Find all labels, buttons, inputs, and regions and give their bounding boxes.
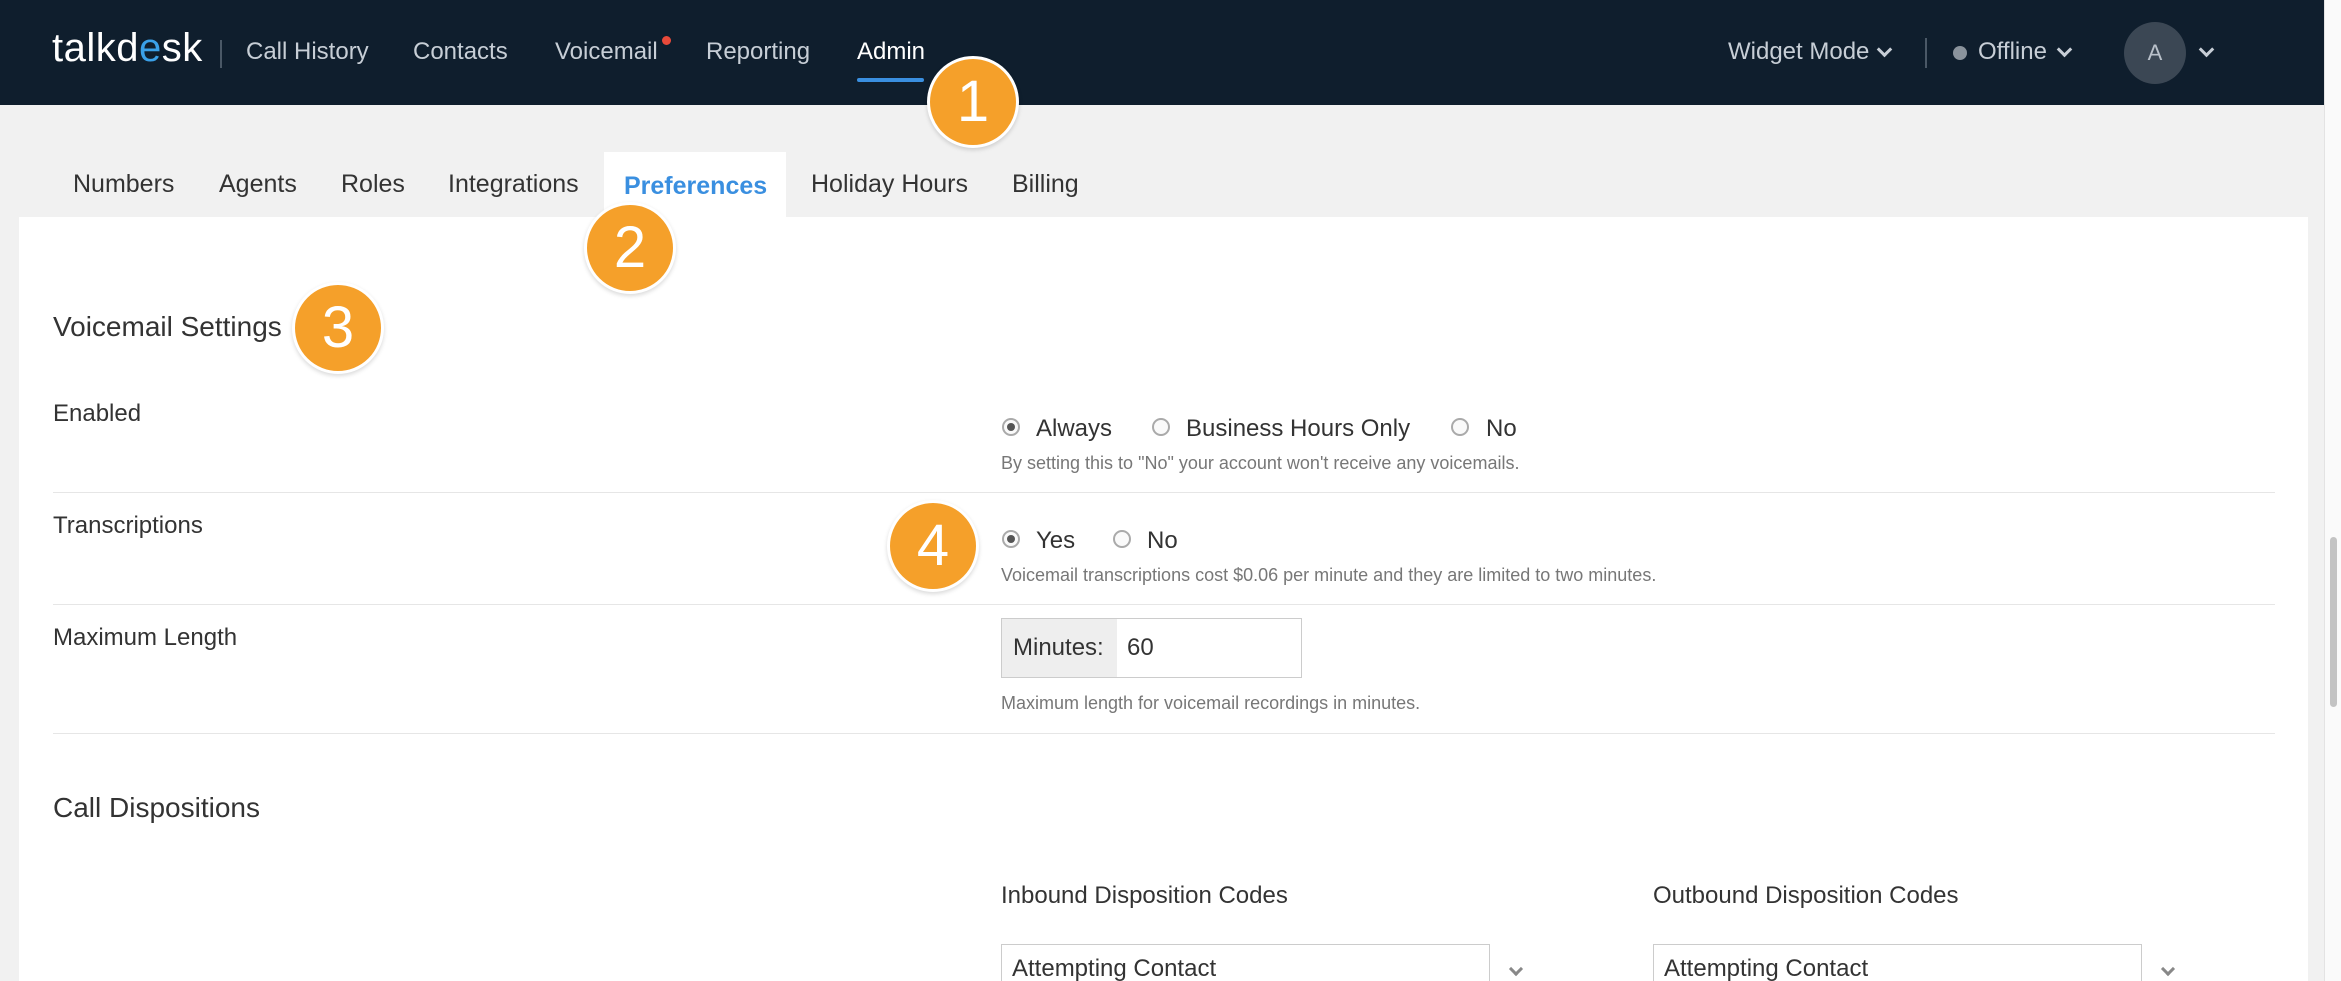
widget-mode-dropdown[interactable]: Widget Mode (1728, 38, 1869, 66)
enabled-business-hours-label[interactable]: Business Hours Only (1186, 415, 1410, 443)
nav-voicemail[interactable]: Voicemail (555, 38, 658, 66)
inbound-disposition-heading: Inbound Disposition Codes (1001, 882, 1288, 909)
status-chevron-icon[interactable] (2056, 41, 2073, 58)
voicemail-notification-dot (662, 36, 671, 45)
row-divider (53, 492, 2275, 493)
transcriptions-yes-label[interactable]: Yes (1036, 527, 1075, 555)
navbar-divider (1925, 38, 1927, 68)
enabled-no-label[interactable]: No (1486, 415, 1517, 443)
logo-text-left: talkd (52, 26, 139, 70)
transcriptions-no-radio[interactable] (1113, 530, 1131, 548)
nav-active-indicator (857, 78, 924, 82)
call-dispositions-title: Call Dispositions (53, 792, 260, 823)
nav-call-history[interactable]: Call History (246, 38, 369, 66)
tab-numbers[interactable]: Numbers (73, 170, 174, 199)
tab-roles[interactable]: Roles (341, 170, 405, 199)
logo-divider (220, 40, 222, 68)
logo-text-right: sk (161, 26, 203, 70)
transcriptions-help-text: Voicemail transcriptions cost $0.06 per … (1001, 565, 1657, 585)
tab-preferences[interactable]: Preferences (624, 172, 767, 201)
enabled-business-hours-radio[interactable] (1152, 418, 1170, 436)
tab-integrations[interactable]: Integrations (448, 170, 579, 199)
enabled-no-radio[interactable] (1451, 418, 1469, 436)
tutorial-badge-4: 4 (887, 500, 979, 592)
row-divider (53, 604, 2275, 605)
tutorial-badge-1: 1 (927, 56, 1019, 148)
page-scrollbar[interactable] (2324, 0, 2341, 981)
tab-billing[interactable]: Billing (1012, 170, 1079, 199)
tab-holiday-hours[interactable]: Holiday Hours (811, 170, 968, 199)
scrollbar-thumb[interactable] (2330, 537, 2337, 707)
transcriptions-no-label[interactable]: No (1147, 527, 1178, 555)
widget-mode-chevron-icon[interactable] (1876, 41, 1893, 58)
nav-contacts[interactable]: Contacts (413, 38, 508, 66)
user-avatar[interactable]: A (2124, 22, 2186, 84)
voicemail-settings-title: Voicemail Settings (53, 311, 282, 342)
status-dropdown[interactable]: Offline (1978, 38, 2047, 66)
enabled-always-label[interactable]: Always (1036, 415, 1112, 443)
top-navbar: talkdesk Call History Contacts Voicemail… (0, 0, 2324, 105)
user-menu-chevron-icon[interactable] (2198, 41, 2215, 58)
outbound-disposition-heading: Outbound Disposition Codes (1653, 882, 1959, 909)
inbound-disposition-select[interactable]: Attempting Contact (1001, 944, 1490, 981)
outbound-disposition-select[interactable]: Attempting Contact (1653, 944, 2142, 981)
transcriptions-yes-radio[interactable] (1002, 530, 1020, 548)
tutorial-badge-2: 2 (584, 202, 676, 294)
enabled-help-text: By setting this to "No" your account won… (1001, 453, 1520, 473)
talkdesk-logo[interactable]: talkdesk (52, 26, 203, 71)
enabled-always-radio[interactable] (1002, 418, 1020, 436)
maximum-length-help-text: Maximum length for voicemail recordings … (1001, 693, 1421, 713)
nav-admin[interactable]: Admin (857, 38, 925, 66)
enabled-label: Enabled (53, 400, 142, 427)
tab-agents[interactable]: Agents (219, 170, 297, 199)
status-dot-icon (1953, 46, 1967, 60)
nav-reporting[interactable]: Reporting (706, 38, 810, 66)
minutes-addon: Minutes: (1001, 618, 1118, 678)
maximum-length-label: Maximum Length (53, 624, 238, 651)
tutorial-badge-3: 3 (292, 282, 384, 374)
transcriptions-label: Transcriptions (53, 512, 203, 539)
row-divider (53, 733, 2275, 734)
logo-text-accent: e (139, 26, 162, 70)
maximum-length-input[interactable] (1117, 618, 1302, 678)
